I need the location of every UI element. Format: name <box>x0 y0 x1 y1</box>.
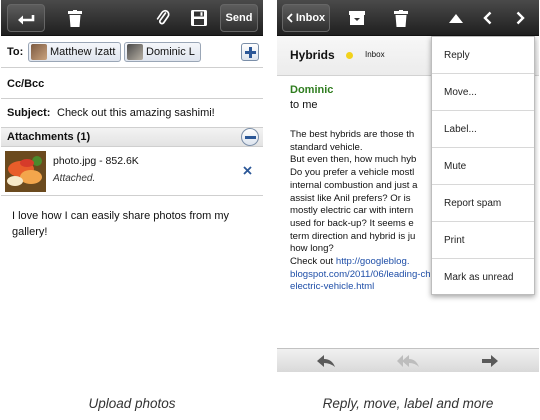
attachments-label: Attachments (1) <box>7 131 91 143</box>
subject-input[interactable]: Check out this amazing sashimi! <box>57 107 215 119</box>
reply-icon[interactable] <box>317 355 335 367</box>
send-button[interactable]: Send <box>220 4 258 32</box>
message-screen: Inbox Hybrids Inbox Dominic to me The be… <box>277 0 539 372</box>
add-recipient-button[interactable] <box>241 43 259 61</box>
link-prefix: Check out <box>290 256 334 268</box>
inbox-label-badge[interactable]: Inbox <box>365 50 385 59</box>
plus-icon <box>244 46 256 58</box>
attach-button[interactable] <box>149 4 177 32</box>
actions-menu: Reply Move... Label... Mute Report spam … <box>431 36 535 295</box>
reply-all-icon[interactable] <box>397 355 419 367</box>
forward-icon[interactable] <box>482 355 498 367</box>
menu-button[interactable] <box>442 4 470 32</box>
message-toolbar: Inbox <box>277 0 539 36</box>
message-bottom-bar <box>277 348 539 372</box>
recipient-name: Dominic L <box>146 46 195 58</box>
floppy-disk-icon <box>191 10 207 26</box>
avatar <box>127 44 143 60</box>
photo-thumbnail <box>5 151 46 192</box>
attachments-header: Attachments (1) <box>1 128 263 147</box>
cc-bcc-label: Cc/Bcc <box>7 78 45 90</box>
menu-item-mute[interactable]: Mute <box>432 148 534 185</box>
delete-button[interactable] <box>387 4 415 32</box>
archive-icon <box>349 11 365 25</box>
minus-icon <box>244 135 256 139</box>
chevron-right-icon <box>516 11 525 25</box>
menu-item-move[interactable]: Move... <box>432 74 534 111</box>
menu-item-print[interactable]: Print <box>432 222 534 259</box>
up-triangle-icon <box>449 13 463 23</box>
screenshot-stage: Send To: Matthew Izatt Dominic L Cc/Bcc … <box>0 0 540 420</box>
menu-item-reply[interactable]: Reply <box>432 37 534 74</box>
collapse-attachments-button[interactable] <box>241 128 259 146</box>
trash-icon <box>394 9 408 27</box>
previous-message-button[interactable] <box>473 4 501 32</box>
menu-item-report-spam[interactable]: Report spam <box>432 185 534 222</box>
next-message-button[interactable] <box>506 4 534 32</box>
delete-button[interactable] <box>61 4 89 32</box>
attachment-status: Attached. <box>53 173 96 184</box>
left-caption: Upload photos <box>88 396 176 411</box>
recipient-chip[interactable]: Dominic L <box>124 42 201 62</box>
blog-link[interactable]: http://googleblog. <box>336 256 410 267</box>
to-row: To: Matthew Izatt Dominic L <box>1 37 263 68</box>
attachment-filename: photo.jpg - 852.6K <box>53 155 139 167</box>
recipient-line: to me <box>290 99 318 111</box>
compose-toolbar: Send <box>1 0 263 36</box>
recipient-chip[interactable]: Matthew Izatt <box>28 42 122 62</box>
subject-label: Subject: <box>7 107 51 119</box>
menu-item-label[interactable]: Label... <box>432 111 534 148</box>
trash-icon <box>68 9 82 27</box>
to-label: To: <box>7 46 24 58</box>
chevron-left-icon <box>482 11 491 25</box>
right-caption: Reply, move, label and more <box>322 396 494 411</box>
save-draft-button[interactable] <box>185 4 213 32</box>
back-arrow-icon <box>18 15 35 25</box>
subject-title: Hybrids <box>290 48 335 62</box>
subject-row[interactable]: Subject: Check out this amazing sashimi! <box>1 99 263 128</box>
inbox-back-button[interactable]: Inbox <box>282 4 330 32</box>
message-body-input[interactable]: I love how I can easily share photos fro… <box>12 208 252 240</box>
inbox-button-label: Inbox <box>295 12 326 24</box>
remove-attachment-icon[interactable] <box>243 166 252 175</box>
avatar <box>31 44 47 60</box>
back-arrow-icon <box>286 13 293 23</box>
paperclip-icon <box>156 9 170 25</box>
compose-screen: Send To: Matthew Izatt Dominic L Cc/Bcc … <box>1 0 263 372</box>
back-button[interactable] <box>7 4 45 32</box>
recipient-name: Matthew Izatt <box>50 46 116 58</box>
importance-marker-icon[interactable] <box>346 52 353 59</box>
attachment-item: photo.jpg - 852.6K Attached. <box>1 147 263 196</box>
sender-name[interactable]: Dominic <box>290 84 333 96</box>
archive-button[interactable] <box>343 4 371 32</box>
menu-item-mark-unread[interactable]: Mark as unread <box>432 259 534 296</box>
cc-bcc-row[interactable]: Cc/Bcc <box>1 68 263 99</box>
